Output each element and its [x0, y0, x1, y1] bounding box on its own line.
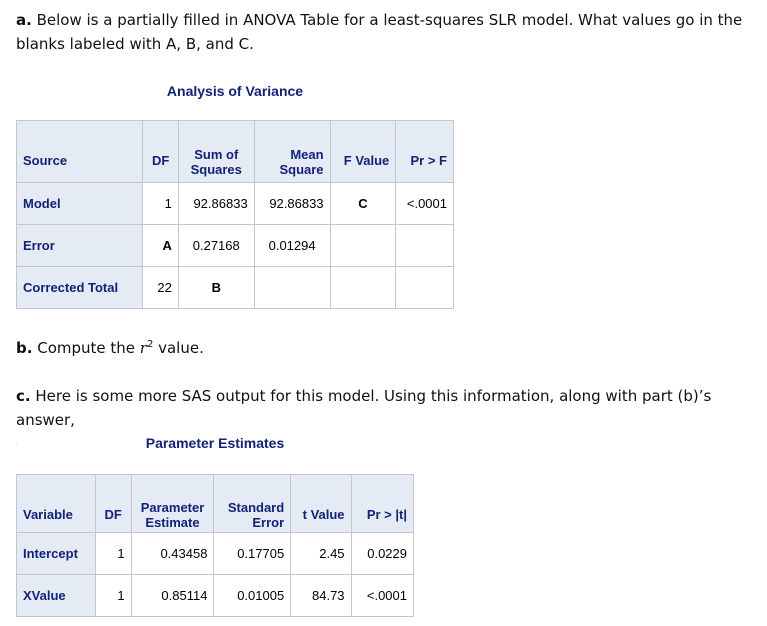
question-a-line1: a. Below is a partially filled in ANOVA … — [16, 8, 761, 32]
anova-header-df: DF — [142, 119, 179, 183]
param-cell-df: 1 — [94, 531, 132, 575]
param-header-est-line1: Parameter — [140, 499, 205, 515]
anova-header-ss-line1: Sum of — [194, 146, 239, 162]
question-a-line2: blanks labeled with A, B, and C. — [16, 35, 254, 53]
param-row-xvalue: XValue 1 0.85114 0.01005 84.73 <.0001 — [16, 573, 415, 617]
question-b-label: b. — [16, 339, 33, 357]
param-header-se-line2: Error — [252, 514, 285, 530]
question-c-line1: c. Here is some more SAS output for this… — [16, 384, 761, 432]
anova-row-error: Error A 0.27168 0.01294 — [15, 223, 454, 267]
anova-cell-ss: B — [177, 265, 255, 309]
param-row-intercept: Intercept 1 0.43458 0.17705 2.45 0.0229 — [16, 531, 415, 575]
param-header-estimate: Parameter Estimate — [130, 473, 215, 533]
param-header-p: Pr > |t| — [350, 473, 415, 533]
anova-cell-ms — [253, 265, 331, 309]
param-cell-variable: XValue — [16, 573, 96, 617]
anova-cell-df: 1 — [142, 181, 179, 225]
param-header-variable: Variable — [16, 473, 96, 533]
anova-cell-p: <.0001 — [395, 181, 454, 225]
param-header-df: DF — [94, 473, 132, 533]
param-cell-estimate: 0.85114 — [130, 573, 215, 617]
param-cell-estimate: 0.43458 — [130, 531, 215, 575]
param-cell-df: 1 — [94, 573, 132, 617]
anova-row-total: Corrected Total 22 B — [15, 265, 454, 309]
anova-cell-f — [329, 223, 397, 267]
anova-cell-source: Model — [15, 181, 144, 225]
anova-cell-ms: 92.86833 — [253, 181, 331, 225]
anova-cell-p — [395, 223, 454, 267]
param-header-est-line2: Estimate — [145, 514, 200, 530]
param-table: Parameter Estimates Variable DF Paramete… — [16, 432, 415, 617]
param-header-t: t Value — [290, 473, 352, 533]
anova-cell-ss: 92.86833 — [177, 181, 255, 225]
param-header-se-line1: Standard — [227, 499, 285, 515]
anova-table: Analysis of Variance Source DF Sum of Sq… — [15, 78, 454, 316]
anova-cell-source: Corrected Total — [15, 265, 144, 309]
question-a-label: a. — [16, 11, 32, 29]
param-cell-se: 0.17705 — [213, 531, 292, 575]
anova-header-ms-line1: Mean — [290, 146, 324, 162]
question-b: b. Compute the r2 value. — [16, 336, 204, 360]
anova-header-ss-line2: Squares — [190, 161, 242, 177]
anova-header-ss: Sum of Squares — [177, 119, 255, 183]
anova-row-model: Model 1 92.86833 92.86833 C <.0001 — [15, 181, 454, 225]
param-cell-p: 0.0229 — [350, 531, 415, 575]
param-title: Parameter Estimates — [16, 432, 414, 474]
param-cell-t: 2.45 — [290, 531, 352, 575]
anova-cell-source: Error — [15, 223, 144, 267]
anova-header-source: Source — [15, 119, 144, 183]
question-a-text: Below is a partially filled in ANOVA Tab… — [36, 11, 743, 29]
anova-cell-df: 22 — [142, 265, 179, 309]
anova-cell-f — [329, 265, 397, 309]
question-c-label: c. — [16, 387, 31, 405]
anova-cell-ss: 0.27168 — [177, 223, 255, 267]
param-cell-t: 84.73 — [290, 573, 352, 617]
anova-cell-p — [395, 265, 454, 309]
question-b-text-before: Compute the — [37, 339, 140, 357]
param-cell-se: 0.01005 — [213, 573, 292, 617]
question-a: a. Below is a partially filled in ANOVA … — [16, 8, 761, 56]
anova-cell-df: A — [142, 223, 179, 267]
question-b-var: r — [139, 339, 147, 357]
anova-header-p: Pr > F — [395, 119, 454, 183]
anova-cell-f: C — [329, 181, 397, 225]
anova-header-ms: Mean Square — [253, 119, 331, 183]
param-cell-variable: Intercept — [16, 531, 96, 575]
param-cell-p: <.0001 — [350, 573, 415, 617]
anova-header-ms-line2: Square — [279, 161, 324, 177]
anova-header-f: F Value — [329, 119, 397, 183]
anova-title: Analysis of Variance — [16, 78, 454, 120]
param-header-se: Standard Error — [213, 473, 292, 533]
question-c-text: Here is some more SAS output for this mo… — [16, 387, 712, 429]
anova-cell-ms: 0.01294 — [253, 223, 331, 267]
question-b-text-after: value. — [153, 339, 204, 357]
